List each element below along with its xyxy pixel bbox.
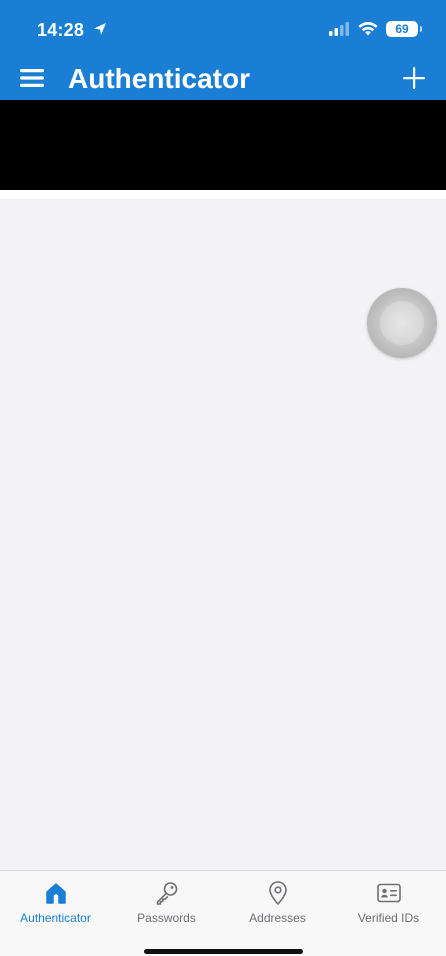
status-indicators: 69: [328, 18, 422, 40]
tab-authenticator[interactable]: Authenticator: [0, 877, 111, 933]
plus-icon[interactable]: [402, 66, 426, 90]
tab-label: Verified IDs: [357, 911, 420, 925]
tab-label: Addresses: [249, 911, 306, 925]
id-card-icon: [376, 883, 401, 903]
tab-label: Authenticator: [20, 911, 91, 925]
bottom-tab-bar: Authenticator Passwords Addresses Verifi…: [0, 870, 446, 956]
divider: [0, 190, 446, 199]
assistive-touch-inner: [380, 301, 424, 345]
tab-addresses[interactable]: Addresses: [222, 877, 333, 933]
battery-icon: 69: [386, 21, 422, 37]
tab-verified-ids[interactable]: Verified IDs: [333, 877, 444, 933]
page-title: Authenticator: [68, 63, 250, 94]
key-icon: [156, 882, 177, 905]
hamburger-menu-icon[interactable]: [18, 66, 46, 90]
tab-passwords[interactable]: Passwords: [111, 877, 222, 933]
home-indicator: [144, 949, 303, 954]
signal-icon: [329, 22, 349, 36]
app-header: 14:28 69 Authenticator: [0, 0, 446, 100]
location-pin-icon: [268, 881, 287, 905]
battery-level: 69: [395, 22, 409, 36]
status-bar: 14:28 69: [0, 0, 446, 58]
home-icon: [45, 883, 66, 904]
assistive-touch-button[interactable]: [367, 288, 437, 358]
tab-label: Passwords: [137, 911, 196, 925]
status-time: 14:28: [37, 20, 85, 40]
wifi-icon: [358, 22, 378, 36]
masked-banner: [0, 100, 446, 190]
location-arrow-icon: [94, 23, 106, 35]
app-bar: Authenticator: [0, 58, 446, 100]
